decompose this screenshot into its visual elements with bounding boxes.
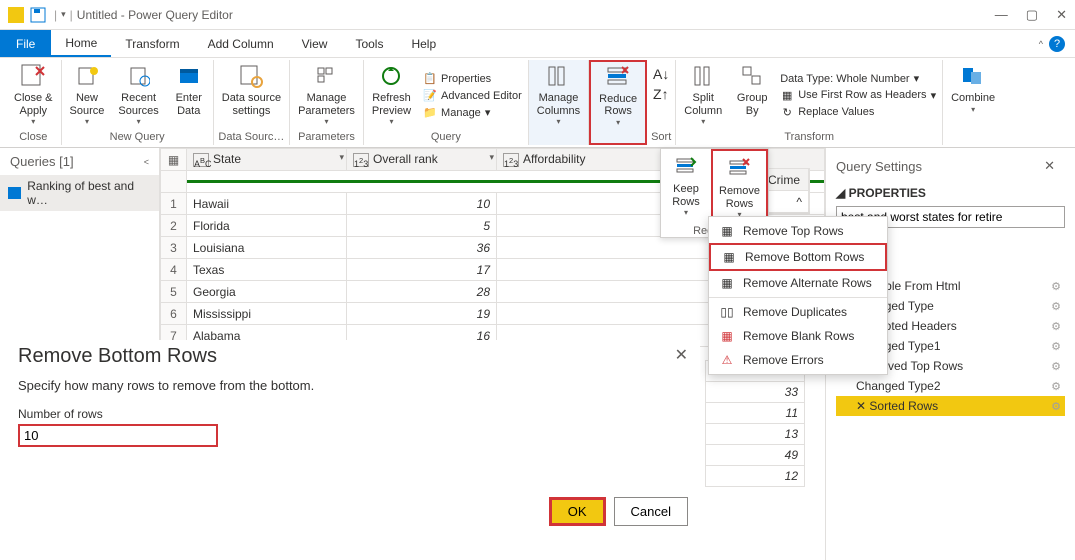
file-tab[interactable]: File	[0, 30, 51, 57]
group-label-data-sources: Data Sourc…	[218, 131, 284, 143]
ribbon-group-parameters: ManageParameters▾ Parameters	[290, 60, 364, 145]
refresh-preview-button[interactable]: RefreshPreview▾	[368, 60, 415, 128]
data-source-settings-button[interactable]: Data sourcesettings	[218, 60, 285, 119]
properties-section: ◢ PROPERTIES	[836, 186, 1065, 200]
data-type-button[interactable]: Data Type: Whole Number ▾	[778, 71, 938, 86]
ribbon-group-combine: Combine▾	[943, 60, 1003, 145]
help-icon[interactable]: ?	[1049, 36, 1065, 52]
remove-rows-button[interactable]: RemoveRows▾	[711, 149, 768, 225]
transform-mini-group: Data Type: Whole Number ▾ ▦Use First Row…	[778, 71, 938, 120]
group-label-sort: Sort	[651, 131, 671, 143]
tab-add-column[interactable]: Add Column	[194, 30, 288, 57]
collapse-queries-icon[interactable]: <	[144, 157, 149, 167]
ribbon-group-query: RefreshPreview▾ 📋Properties 📝Advanced Ed…	[364, 60, 529, 145]
ribbon-right: ^ ?	[1029, 30, 1075, 57]
manage-parameters-button[interactable]: ManageParameters▾	[294, 60, 359, 128]
tab-transform[interactable]: Transform	[111, 30, 193, 57]
group-label-transform: Transform	[784, 131, 834, 143]
query-mini-group: 📋Properties 📝Advanced Editor 📁Manage ▾	[421, 71, 524, 121]
query-item[interactable]: Ranking of best and w…	[0, 175, 159, 211]
ribbon-group-new-query: NewSource▾ RecentSources▾ EnterData New …	[62, 60, 214, 145]
dialog-title: Remove Bottom Rows	[18, 345, 688, 368]
peek-values-column: 43311134912	[705, 360, 805, 487]
cancel-button[interactable]: Cancel	[614, 497, 688, 526]
row-index-header[interactable]: ▦	[161, 149, 187, 171]
reduce-rows-button[interactable]: ReduceRows▾	[595, 61, 641, 129]
manage-button[interactable]: 📁Manage ▾	[421, 105, 524, 121]
ok-button[interactable]: OK	[549, 497, 606, 526]
tab-view[interactable]: View	[288, 30, 342, 57]
close-button[interactable]: ✕	[1056, 7, 1067, 23]
remove-errors-item[interactable]: ⚠Remove Errors	[709, 348, 887, 372]
qat-dropdown[interactable]: ▾	[61, 9, 66, 20]
window-title: Untitled - Power Query Editor	[77, 8, 233, 22]
number-of-rows-input[interactable]	[18, 424, 218, 447]
dialog-description: Specify how many rows to remove from the…	[18, 378, 688, 393]
window-controls: — ▢ ✕	[995, 7, 1067, 23]
remove-blank-rows-item[interactable]: ▦Remove Blank Rows	[709, 324, 887, 348]
collapse-ribbon-icon[interactable]: ^	[1039, 39, 1043, 49]
first-row-headers-button[interactable]: ▦Use First Row as Headers ▾	[778, 87, 938, 103]
maximize-button[interactable]: ▢	[1026, 7, 1038, 23]
group-label-query: Query	[431, 131, 461, 143]
combine-button[interactable]: Combine▾	[947, 60, 999, 116]
replace-values-button[interactable]: ↻Replace Values	[778, 104, 938, 120]
app-icon	[8, 7, 24, 23]
remove-rows-menu: ▦Remove Top Rows ▦Remove Bottom Rows ▦Re…	[708, 216, 888, 375]
recent-sources-button[interactable]: RecentSources▾	[114, 60, 162, 128]
titlebar: | ▾ | Untitled - Power Query Editor — ▢ …	[0, 0, 1075, 30]
column-header-state[interactable]: ABCState▾	[187, 149, 347, 171]
column-header-overall-rank[interactable]: 123Overall rank▾	[347, 149, 497, 171]
save-icon[interactable]	[30, 7, 46, 23]
ribbon-group-reduce-rows: ReduceRows▾	[589, 60, 647, 145]
enter-data-button[interactable]: EnterData	[169, 60, 209, 119]
table-icon	[8, 187, 21, 199]
properties-button[interactable]: 📋Properties	[421, 71, 524, 87]
ribbon: Close &Apply▾ Close NewSource▾ RecentSou…	[0, 58, 1075, 148]
ribbon-group-close: Close &Apply▾ Close	[6, 60, 62, 145]
split-column-button[interactable]: SplitColumn▾	[680, 60, 726, 128]
remove-alternate-rows-item[interactable]: ▦Remove Alternate Rows	[709, 271, 887, 295]
group-by-button[interactable]: GroupBy	[732, 60, 772, 119]
sort-asc-icon[interactable]: A↓	[653, 66, 669, 82]
group-label-manage-columns	[557, 131, 560, 143]
ribbon-group-sort: A↓ Z↑ Sort	[647, 60, 676, 145]
ribbon-group-manage-columns: ManageColumns▾	[529, 60, 589, 145]
settings-header: Query Settings✕	[836, 152, 1065, 180]
group-label-reduce-rows	[617, 129, 620, 141]
manage-columns-button[interactable]: ManageColumns▾	[533, 60, 584, 128]
tab-home[interactable]: Home	[51, 30, 111, 57]
ribbon-group-data-sources: Data sourcesettings Data Sourc…	[214, 60, 290, 145]
remove-bottom-rows-dialog: ✕ Remove Bottom Rows Specify how many ro…	[18, 345, 688, 526]
remove-top-rows-item[interactable]: ▦Remove Top Rows	[709, 219, 887, 243]
new-source-button[interactable]: NewSource▾	[66, 60, 109, 128]
close-apply-button[interactable]: Close &Apply▾	[10, 60, 57, 128]
group-label-new-query: New Query	[110, 131, 165, 143]
minimize-button[interactable]: —	[995, 7, 1008, 23]
ribbon-group-transform: SplitColumn▾ GroupBy Data Type: Whole Nu…	[676, 60, 943, 145]
group-label-close: Close	[19, 131, 47, 143]
number-of-rows-label: Number of rows	[18, 407, 688, 421]
remove-bottom-rows-item[interactable]: ▦Remove Bottom Rows	[709, 243, 887, 271]
applied-step[interactable]: ✕ Sorted Rows⚙	[836, 396, 1065, 416]
group-label-combine	[972, 131, 975, 143]
tab-tools[interactable]: Tools	[341, 30, 397, 57]
menubar: File Home Transform Add Column View Tool…	[0, 30, 1075, 58]
queries-header: Queries [1]<	[0, 148, 159, 175]
separator: |	[70, 8, 73, 22]
keep-rows-button[interactable]: KeepRows▾	[661, 149, 711, 225]
group-label-parameters: Parameters	[298, 131, 355, 143]
separator: |	[54, 8, 57, 22]
tab-help[interactable]: Help	[397, 30, 450, 57]
close-settings-icon[interactable]: ✕	[1044, 158, 1055, 174]
dialog-close-icon[interactable]: ✕	[675, 345, 688, 365]
advanced-editor-button[interactable]: 📝Advanced Editor	[421, 88, 524, 104]
applied-step[interactable]: Changed Type2⚙	[836, 376, 1065, 396]
sort-desc-icon[interactable]: Z↑	[653, 86, 669, 102]
remove-duplicates-item[interactable]: ▯▯Remove Duplicates	[709, 300, 887, 324]
